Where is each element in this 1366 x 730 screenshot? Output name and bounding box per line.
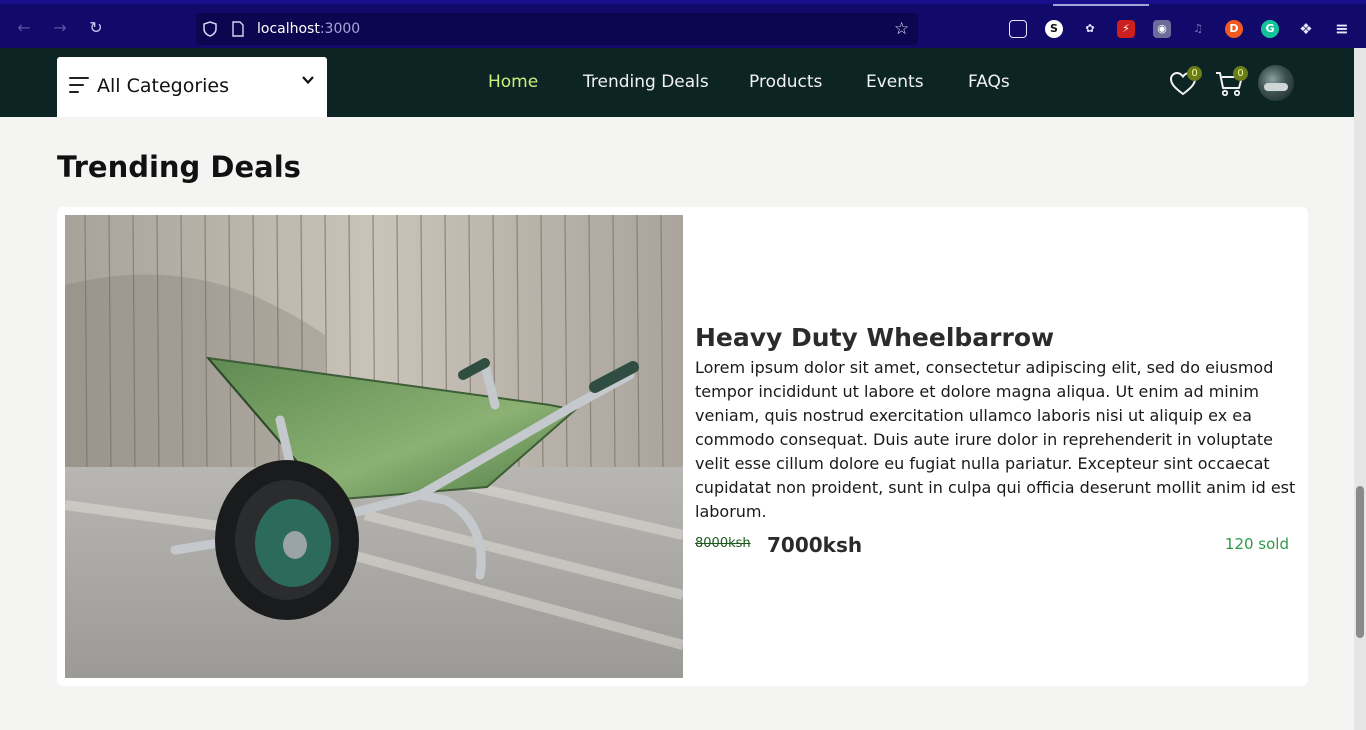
sort-lines-icon (69, 77, 91, 93)
nav-products[interactable]: Products (749, 72, 822, 92)
wishlist-count-badge: 0 (1187, 66, 1202, 81)
forward-icon[interactable]: → (50, 18, 70, 38)
url-text[interactable]: localhost:3000 (257, 21, 360, 37)
skype-extension-icon[interactable]: S (1045, 20, 1063, 38)
avatar[interactable] (1258, 65, 1294, 101)
section-title: Trending Deals (57, 150, 301, 184)
duckduckgo-icon[interactable]: D (1225, 20, 1243, 38)
old-price: 8000ksh (695, 536, 751, 551)
menu-hamburger-icon[interactable]: ≡ (1333, 20, 1351, 38)
category-dropdown[interactable]: All Categories (57, 57, 327, 117)
extension-red-icon[interactable]: ⚡ (1117, 20, 1135, 38)
browser-toolbar: ← → ↻ localhost:3000 ☆ S ✿ ⚡ ◉ ♫ D G ❖ ≡ (0, 0, 1366, 48)
extension-bug-icon[interactable]: ✿ (1081, 20, 1099, 38)
cart-icon[interactable]: 0 (1215, 66, 1248, 98)
extensions-puzzle-icon[interactable]: ❖ (1297, 20, 1315, 38)
address-bar[interactable]: localhost:3000 ☆ (196, 13, 918, 45)
product-card[interactable]: Heavy Duty Wheelbarrow Lorem ipsum dolor… (57, 207, 1308, 686)
product-info: Heavy Duty Wheelbarrow Lorem ipsum dolor… (695, 323, 1301, 560)
current-price: 7000ksh (767, 533, 863, 557)
nav-trending-deals[interactable]: Trending Deals (583, 72, 709, 92)
nav-events[interactable]: Events (866, 72, 924, 92)
tab-indicator (1053, 4, 1149, 6)
sold-count: 120 sold (1224, 535, 1289, 553)
wishlist-heart-icon[interactable]: 0 (1169, 66, 1202, 98)
reload-icon[interactable]: ↻ (86, 18, 106, 38)
back-icon[interactable]: ← (14, 18, 34, 38)
volume-icon[interactable]: ♫ (1189, 20, 1207, 38)
bookmark-star-icon[interactable]: ☆ (894, 20, 912, 38)
product-name[interactable]: Heavy Duty Wheelbarrow (695, 323, 1301, 352)
product-image[interactable] (65, 215, 683, 678)
scrollbar-thumb[interactable] (1356, 486, 1364, 638)
chevron-down-icon (302, 76, 314, 85)
cart-count-badge: 0 (1233, 66, 1248, 81)
price-row: 8000ksh 7000ksh 120 sold (695, 530, 1301, 560)
page-icon (230, 21, 246, 37)
nav-home[interactable]: Home (488, 72, 538, 92)
product-description: Lorem ipsum dolor sit amet, consectetur … (695, 358, 1296, 521)
shield-icon[interactable] (202, 21, 218, 37)
extension-lock-icon[interactable]: ◉ (1153, 20, 1171, 38)
nav-faqs[interactable]: FAQs (968, 72, 1010, 92)
page-scrollbar[interactable] (1354, 48, 1366, 730)
category-label: All Categories (97, 75, 230, 97)
pocket-icon[interactable] (1009, 20, 1027, 38)
grammarly-icon[interactable]: G (1261, 20, 1279, 38)
site-header: All Categories Home Trending Deals Produ… (0, 48, 1354, 117)
